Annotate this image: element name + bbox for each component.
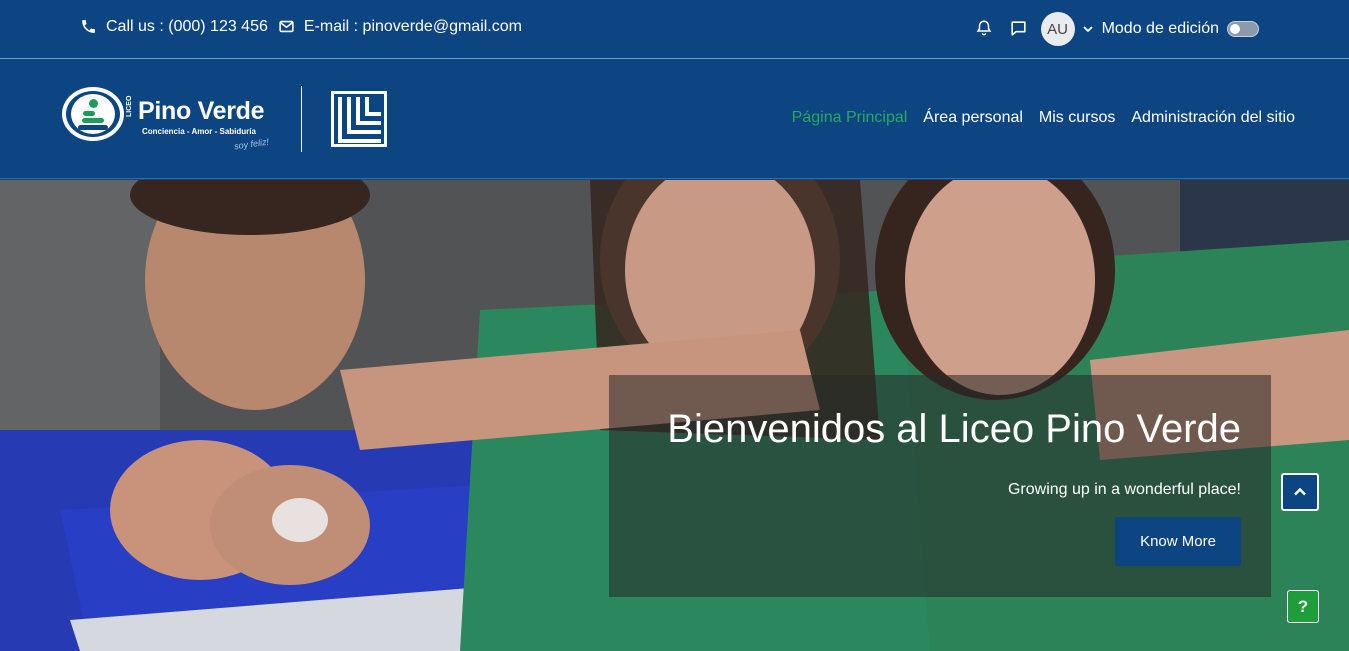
- envelope-icon: [278, 18, 296, 36]
- site-header: LICEO Pino Verde Conciencia - Amor - Sab…: [0, 60, 1349, 179]
- logo-liceo-text: LICEO: [126, 95, 133, 117]
- edit-mode-toggle[interactable]: [1227, 21, 1259, 37]
- logo-slogan: soy feliz!: [233, 136, 270, 152]
- bell-icon[interactable]: [975, 19, 995, 39]
- hero-title: Bienvenidos al Liceo Pino Verde: [667, 407, 1241, 451]
- user-tools: AU Modo de edición: [961, 12, 1259, 46]
- chevron-down-icon[interactable]: [1082, 23, 1094, 35]
- logo-tagline: Conciencia - Amor - Sabiduría: [142, 127, 256, 136]
- help-button[interactable]: ?: [1287, 590, 1319, 623]
- phone-text: Call us : (000) 123 456: [106, 18, 268, 35]
- edit-mode-label: Modo de edición: [1101, 20, 1219, 37]
- scroll-to-top-button[interactable]: [1281, 473, 1319, 511]
- logo-divider: [301, 86, 302, 152]
- email-text: E-mail : pinoverde@gmail.com: [303, 18, 522, 35]
- phone-icon: [80, 18, 98, 36]
- hero-caption: Bienvenidos al Liceo Pino Verde Growing …: [609, 375, 1271, 597]
- hero-subtitle: Growing up in a wonderful place!: [1007, 481, 1241, 498]
- main-navigation: Página Principal Área personal Mis curso…: [776, 109, 1295, 127]
- top-bar: Call us : (000) 123 456 E-mail : pinover…: [0, 0, 1349, 59]
- nav-home[interactable]: Página Principal: [792, 109, 908, 127]
- nav-my-courses[interactable]: Mis cursos: [1039, 109, 1115, 127]
- know-more-button[interactable]: Know More: [1115, 517, 1241, 566]
- hero-banner: Bienvenidos al Liceo Pino Verde Growing …: [0, 180, 1349, 651]
- contact-info: Call us : (000) 123 456 E-mail : pinover…: [80, 18, 532, 36]
- nav-personal-area[interactable]: Área personal: [923, 109, 1023, 127]
- avatar[interactable]: AU: [1040, 12, 1075, 46]
- secondary-logo-icon: [331, 91, 387, 147]
- chat-icon[interactable]: [1009, 19, 1029, 39]
- email-contact: E-mail : pinoverde@gmail.com: [278, 18, 522, 36]
- chevron-up-icon: [1292, 484, 1308, 500]
- logo-name: Pino Verde: [138, 97, 265, 125]
- logo-emblem-icon: [62, 87, 124, 141]
- phone-contact: Call us : (000) 123 456: [80, 18, 268, 36]
- nav-site-administration[interactable]: Administración del sitio: [1131, 109, 1295, 127]
- school-logo[interactable]: LICEO Pino Verde Conciencia - Amor - Sab…: [62, 87, 282, 157]
